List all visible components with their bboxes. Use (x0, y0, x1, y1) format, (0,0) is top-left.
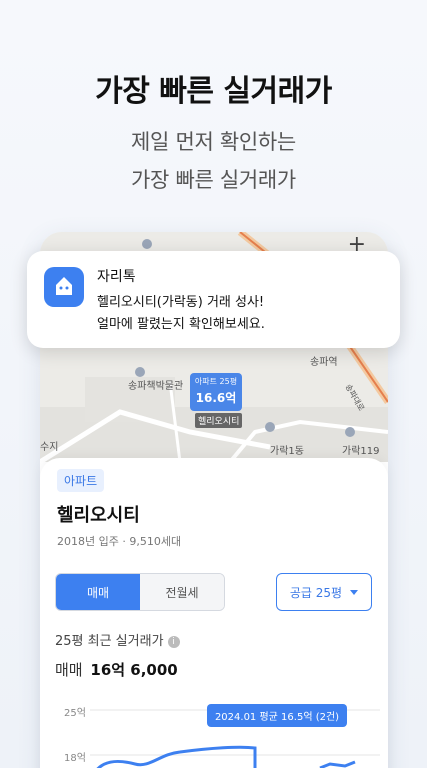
deal-type-toggle: 매매 전월세 (55, 573, 225, 611)
chevron-down-icon (350, 589, 359, 595)
apartment-meta: 2018년 입주 · 9,510세대 (57, 535, 182, 548)
info-icon[interactable]: i (167, 636, 180, 648)
pin-name-label: 헬리오시티 (195, 413, 243, 428)
subline-1: 제일 먼저 확인하는 (131, 130, 296, 154)
app-icon (44, 267, 84, 307)
chart-tooltip: 2024.01 평균 16.5억 (2건) (207, 704, 347, 727)
notification-line-2: 얼마에 팔렸는지 확인해보세요. (97, 317, 265, 332)
pin-subtitle: 아파트 25평 (194, 377, 238, 386)
headline: 가장 빠른 실거래가 (95, 74, 332, 109)
section-title: 25평 최근 실거래가 i (55, 630, 180, 649)
map-label-garak119: 가락119 (342, 446, 380, 457)
map-label-garak1: 가락1동 (270, 446, 304, 457)
price-label: 매매 (55, 661, 83, 679)
tab-rent[interactable]: 전월세 (140, 574, 224, 610)
map-label-museum: 송파책박물관 (128, 381, 184, 392)
tab-sale[interactable]: 매매 (56, 574, 140, 610)
apartment-price-pin[interactable]: 아파트 25평 16.6억 (190, 373, 242, 411)
apartment-name: 헬리오시티 (57, 505, 140, 526)
tick-mid: 18억 (64, 753, 86, 764)
pin-price: 16.6억 (195, 391, 237, 405)
notification-app-name: 자리톡 (97, 269, 136, 285)
map-label-left: 수지 (40, 442, 59, 453)
type-badge: 아파트 (57, 469, 105, 492)
map-label-station: 송파역 (310, 357, 338, 368)
apartment-card: 아파트 헬리오시티 2018년 입주 · 9,510세대 매매 전월세 공급 2… (40, 458, 388, 768)
area-select-label: 공급 25평 (289, 585, 343, 600)
notification-line-1: 헬리오시티(가락동) 거래 성사! (97, 295, 265, 310)
section-title-text: 25평 최근 실거래가 (55, 634, 164, 649)
latest-price: 매매 16억 6,000 (55, 659, 178, 680)
push-notification[interactable]: 자리톡 헬리오시티(가락동) 거래 성사! 얼마에 팔렸는지 확인해보세요. (27, 251, 400, 348)
house-icon (56, 277, 72, 295)
area-select-dropdown[interactable]: 공급 25평 (276, 573, 372, 611)
price-line (96, 745, 257, 768)
price-value: 16억 6,000 (90, 661, 178, 679)
subline-2: 가장 빠른 실거래가 (131, 168, 296, 192)
tick-top: 25억 (64, 708, 86, 719)
price-line-tail (319, 760, 356, 768)
